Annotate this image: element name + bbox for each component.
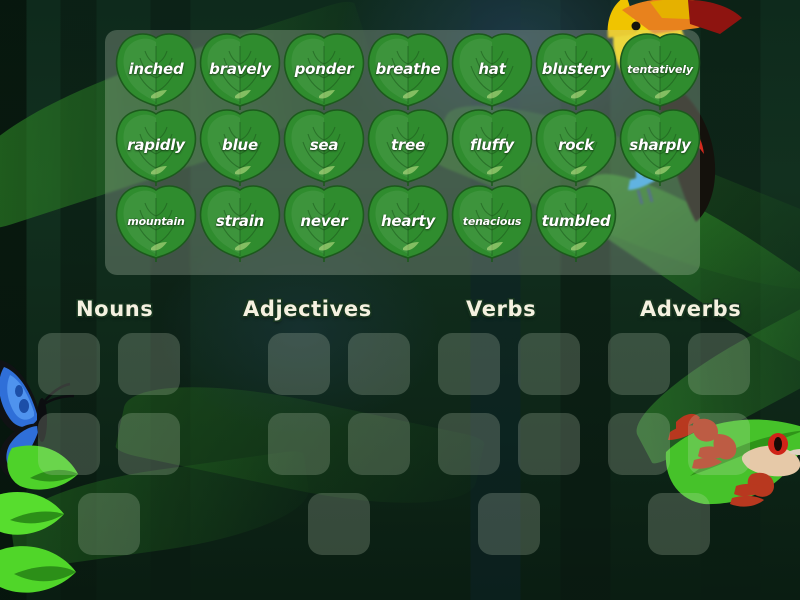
word-leaf-label: breathe [375,60,441,78]
word-leaf-card[interactable]: hat [451,32,533,110]
drop-slot[interactable] [438,333,500,395]
category-header-adjectives: Adjectives [243,297,372,321]
word-leaf-card[interactable]: rock [535,108,617,186]
drop-slot[interactable] [518,333,580,395]
drop-slot[interactable] [268,413,330,475]
word-leaf-card[interactable]: never [283,184,365,262]
activity-stage: inched bravely ponder breathe hat blustery ten… [0,0,800,600]
word-leaf-label: inched [128,60,184,78]
drop-slot[interactable] [438,413,500,475]
word-leaf-label: hearty [380,212,436,230]
word-leaf-card[interactable]: tenacious [451,184,533,262]
word-leaf-label: rapidly [127,136,185,154]
word-leaf-label: tree [390,136,426,154]
word-leaf-label: sea [309,136,339,154]
drop-slot[interactable] [688,333,750,395]
word-leaf-label: ponder [294,60,354,78]
word-leaf-card[interactable]: blustery [535,32,617,110]
word-leaf-label: tentatively [627,63,693,76]
drop-slot[interactable] [478,493,540,555]
word-leaf-label: never [300,212,348,230]
word-leaf-card[interactable]: strain [199,184,281,262]
drop-slot[interactable] [348,413,410,475]
word-leaf-card[interactable]: sharply [619,108,701,186]
word-leaf-label: blustery [541,60,611,78]
word-leaf-label: blue [222,136,258,154]
word-leaf-card[interactable]: breathe [367,32,449,110]
word-leaf-label: tumbled [541,212,611,230]
word-leaf-card[interactable]: inched [115,32,197,110]
drop-slot[interactable] [348,333,410,395]
drop-slot[interactable] [648,493,710,555]
word-row-3: mountain strain never hearty tenacious tumble… [105,184,700,264]
category-header-nouns: Nouns [76,297,154,321]
category-header-verbs: Verbs [466,297,537,321]
word-leaf-label: strain [215,212,265,230]
drop-slot[interactable] [608,413,670,475]
drop-slot[interactable] [688,413,750,475]
word-leaf-card[interactable]: tree [367,108,449,186]
word-leaf-label: sharply [629,136,691,154]
word-leaf-card[interactable]: sea [283,108,365,186]
word-row-1: inched bravely ponder breathe hat blustery ten… [105,32,701,112]
drop-slot[interactable] [608,333,670,395]
word-bank-panel: inched bravely ponder breathe hat blustery ten… [105,30,701,275]
word-leaf-label: fluffy [470,136,514,154]
word-leaf-card[interactable]: hearty [367,184,449,262]
drop-slot[interactable] [118,413,180,475]
word-leaf-label: tenacious [462,215,522,228]
category-header-adverbs: Adverbs [640,297,742,321]
word-leaf-card[interactable]: bravely [199,32,281,110]
drop-slot[interactable] [518,413,580,475]
word-leaf-label: bravely [209,60,271,78]
drop-slot[interactable] [78,493,140,555]
drop-slot[interactable] [38,333,100,395]
word-leaf-label: hat [478,60,506,78]
word-leaf-label: mountain [127,215,185,228]
drop-slot[interactable] [268,333,330,395]
word-leaf-card[interactable]: tentatively [619,32,701,110]
word-leaf-card[interactable]: tumbled [535,184,617,262]
word-row-2: rapidly blue sea tree fluffy rock sharply [105,108,701,188]
word-leaf-card[interactable]: rapidly [115,108,197,186]
word-leaf-card[interactable]: ponder [283,32,365,110]
drop-slot[interactable] [38,413,100,475]
drop-slot[interactable] [308,493,370,555]
word-leaf-card[interactable]: blue [199,108,281,186]
word-leaf-card[interactable]: mountain [115,184,197,262]
drop-slot[interactable] [118,333,180,395]
word-leaf-label: rock [558,136,594,154]
word-leaf-card[interactable]: fluffy [451,108,533,186]
